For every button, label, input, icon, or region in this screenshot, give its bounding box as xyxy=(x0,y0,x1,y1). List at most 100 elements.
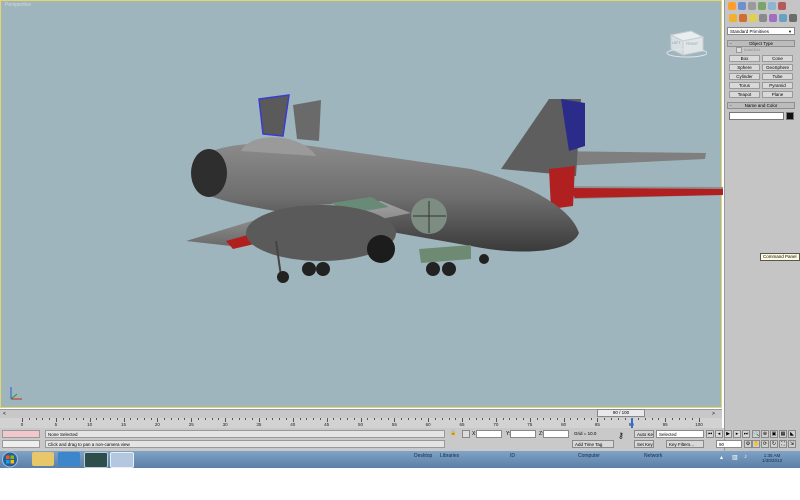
zoom-extents-all-icon[interactable]: ▦ xyxy=(779,430,787,438)
time-slider-thumb[interactable]: 90 / 100 xyxy=(597,409,645,417)
utilities-tab-icon[interactable] xyxy=(778,2,786,10)
z-coordinate-input[interactable] xyxy=(543,430,569,438)
track-tick xyxy=(550,418,552,420)
track-tick-label: 65 xyxy=(459,422,465,427)
slider-right-arrow-icon[interactable]: > xyxy=(712,411,715,417)
libraries-toolbar-link[interactable]: Libraries xyxy=(440,453,459,459)
play-icon[interactable]: ▶ xyxy=(724,430,732,438)
systems-icon[interactable] xyxy=(789,14,797,22)
network-tray-icon[interactable]: ▥ xyxy=(732,454,738,461)
primitive-type-dropdown[interactable]: Standard Primitives ▼ xyxy=(727,27,795,35)
internet-explorer-taskbar-icon[interactable] xyxy=(58,452,80,466)
geometry-icon[interactable] xyxy=(729,14,737,22)
track-tick xyxy=(319,418,321,420)
orbit-icon[interactable]: ⟳ xyxy=(761,440,769,448)
teapot-button[interactable]: Teapot xyxy=(729,91,760,98)
viewcube[interactable]: LEFT FRONT xyxy=(661,29,708,59)
system-clock[interactable]: 1:35 AM 1/30/2013 xyxy=(762,453,782,463)
track-tick xyxy=(604,418,606,420)
motion-tab-icon[interactable] xyxy=(758,2,766,10)
torus-button[interactable]: Torus xyxy=(729,82,760,89)
object-type-title: Object Type xyxy=(749,41,773,46)
desktop-toolbar-link[interactable]: Desktop xyxy=(414,453,432,459)
box-button[interactable]: Box xyxy=(729,55,760,62)
y-coordinate-input[interactable] xyxy=(510,430,536,438)
track-tick-label: 95 xyxy=(662,422,668,427)
go-to-start-icon[interactable]: ⏮ xyxy=(706,430,714,438)
next-frame-icon[interactable]: ▸ xyxy=(733,430,741,438)
lock-icon[interactable]: 🔒 xyxy=(450,430,456,436)
object-color-swatch[interactable] xyxy=(786,112,794,120)
absolute-mode-icon[interactable] xyxy=(462,430,470,438)
lights-icon[interactable] xyxy=(749,14,757,22)
zoom-all-icon[interactable]: ⊕ xyxy=(761,430,769,438)
autogrid-checkbox[interactable]: AutoGrid xyxy=(736,47,760,53)
3dsmax-taskbar-icon[interactable] xyxy=(84,452,108,468)
geosphere-button[interactable]: GeoSphere xyxy=(762,64,793,71)
track-tick xyxy=(353,418,355,420)
plane-button[interactable]: Plane xyxy=(762,91,793,98)
key-filters-button[interactable]: Key Filters... xyxy=(666,440,704,448)
track-tick xyxy=(49,418,51,420)
shapes-icon[interactable] xyxy=(739,14,747,22)
track-tick xyxy=(502,418,504,420)
key-mode-dropdown[interactable]: Selected xyxy=(656,430,704,438)
network-toolbar-link[interactable]: Network xyxy=(644,453,662,459)
set-key-button[interactable]: Set Key xyxy=(634,440,654,448)
display-tab-icon[interactable] xyxy=(768,2,776,10)
image-viewer-taskbar-icon[interactable] xyxy=(110,452,134,468)
computer-toolbar-link[interactable]: Computer xyxy=(578,453,600,459)
current-frame-input[interactable]: 90 xyxy=(716,440,742,448)
object-name-input[interactable] xyxy=(729,112,784,120)
pyramid-button[interactable]: Pyramid xyxy=(762,82,793,89)
auto-key-button[interactable]: Auto Key xyxy=(634,430,654,438)
track-tick xyxy=(164,418,166,420)
track-tick xyxy=(509,418,511,420)
slider-left-arrow-icon[interactable]: < xyxy=(3,411,6,417)
aircraft-model[interactable] xyxy=(1,1,723,409)
maxscript-output-mini[interactable] xyxy=(2,440,40,448)
sphere-button[interactable]: Sphere xyxy=(729,64,760,71)
field-of-view-icon[interactable]: ◣ xyxy=(788,430,796,438)
track-tick xyxy=(28,418,30,420)
tube-button[interactable]: Tube xyxy=(762,73,793,80)
add-time-tag-button[interactable]: Add Time Tag xyxy=(572,440,614,448)
maxscript-listener-mini[interactable] xyxy=(2,430,40,438)
spacewarps-icon[interactable] xyxy=(779,14,787,22)
object-type-rollout[interactable]: - Object Type xyxy=(727,40,795,47)
time-config-icon[interactable]: ⚙ xyxy=(744,440,752,448)
helpers-icon[interactable] xyxy=(769,14,777,22)
walk-through-icon[interactable]: ⇲ xyxy=(788,440,796,448)
track-tick xyxy=(245,418,247,420)
track-tick xyxy=(678,418,680,420)
zoom-extents-icon[interactable]: ▣ xyxy=(770,430,778,438)
volume-tray-icon[interactable]: ♪ xyxy=(744,454,747,460)
id-toolbar-link[interactable]: ID xyxy=(510,453,515,459)
track-tick-label: 45 xyxy=(324,422,330,427)
viewport-label[interactable]: Perspective xyxy=(5,2,31,8)
explorer-taskbar-icon[interactable] xyxy=(32,452,54,466)
go-to-end-icon[interactable]: ⏭ xyxy=(742,430,750,438)
maximize-viewport-icon[interactable]: ⛶ xyxy=(779,440,787,448)
track-tick-label: 75 xyxy=(527,422,533,427)
cameras-icon[interactable] xyxy=(759,14,767,22)
pan-icon[interactable]: ✋ xyxy=(752,440,760,448)
windows-start-icon[interactable] xyxy=(1,451,19,468)
create-tab-icon[interactable] xyxy=(728,2,736,10)
track-tick-label: 35 xyxy=(256,422,262,427)
orbit-subobject-icon[interactable]: ↻ xyxy=(770,440,778,448)
tray-expand-icon[interactable]: ▴ xyxy=(720,454,723,461)
modify-tab-icon[interactable] xyxy=(738,2,746,10)
zoom-icon[interactable]: 🔍 xyxy=(752,430,760,438)
x-coordinate-input[interactable] xyxy=(476,430,502,438)
previous-frame-icon[interactable]: ◂ xyxy=(715,430,723,438)
name-color-rollout[interactable]: - Name and Color xyxy=(727,102,795,109)
track-tick-label: 15 xyxy=(121,422,127,427)
track-tick xyxy=(475,418,477,420)
cylinder-button[interactable]: Cylinder xyxy=(729,73,760,80)
perspective-viewport[interactable]: Perspective LEFT FRONT xyxy=(0,0,723,409)
track-tick xyxy=(536,418,538,420)
hierarchy-tab-icon[interactable] xyxy=(748,2,756,10)
key-icon[interactable]: ⚷ xyxy=(618,432,624,440)
cone-button[interactable]: Cone xyxy=(762,55,793,62)
